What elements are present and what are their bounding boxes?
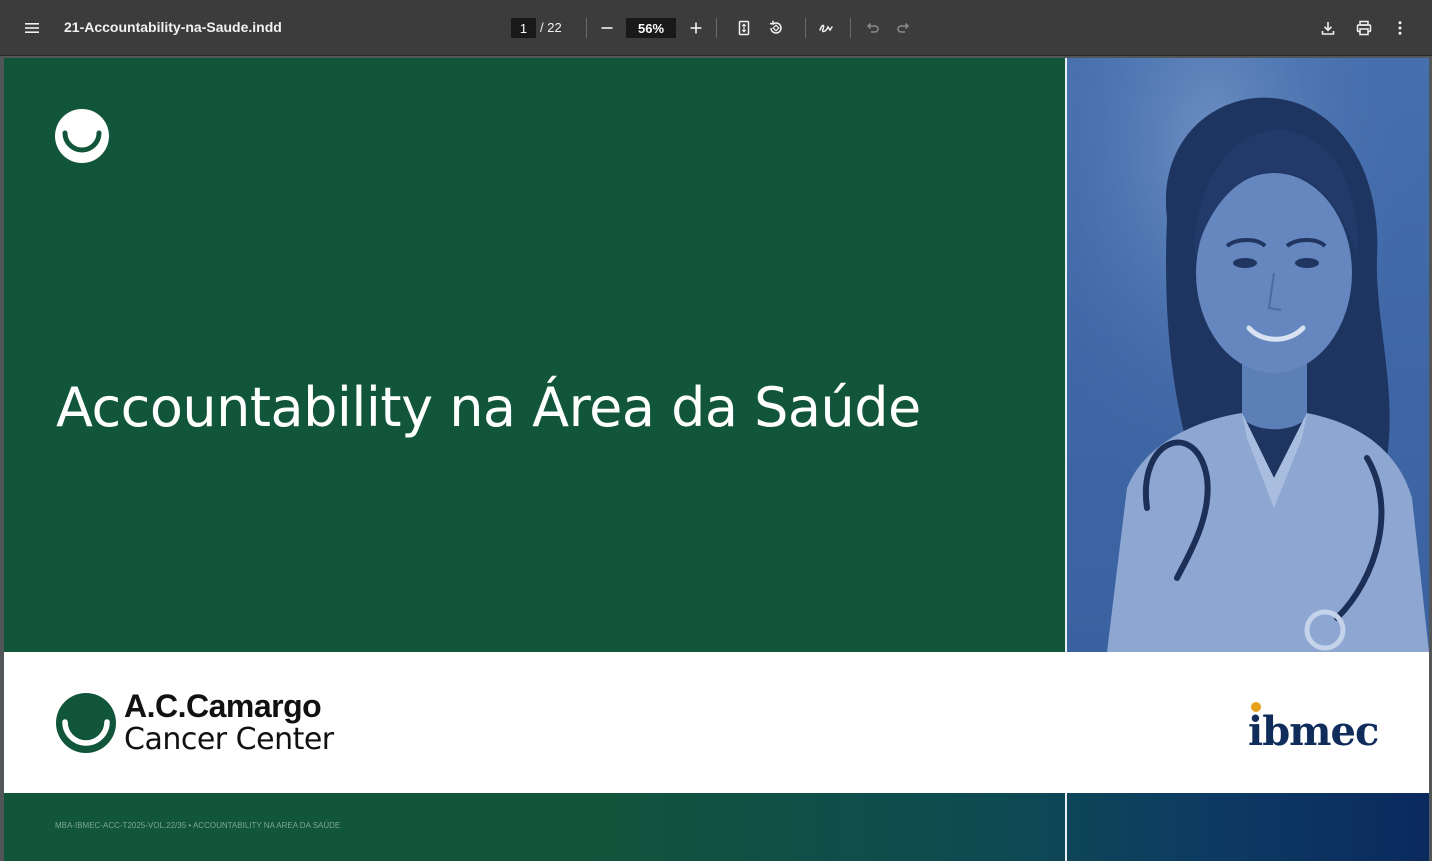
accamargo-smile-icon bbox=[56, 693, 116, 753]
download-icon bbox=[1321, 22, 1335, 35]
pdf-page: Accountability na Área da Saúde A.C.Cama… bbox=[4, 58, 1429, 861]
document-title: 21-Accountability-na-Saude.indd bbox=[64, 19, 282, 35]
zoom-in-button[interactable] bbox=[682, 14, 710, 42]
print-icon bbox=[1356, 20, 1372, 36]
cover-title: Accountability na Área da Saúde bbox=[56, 376, 921, 439]
footer-divider bbox=[1065, 793, 1067, 861]
print-button[interactable] bbox=[1350, 14, 1378, 42]
page-count: / 22 bbox=[540, 20, 562, 35]
toolbar-divider bbox=[586, 18, 587, 38]
undo-button[interactable] bbox=[858, 14, 886, 42]
brand-name: A.C.Camargo bbox=[124, 688, 322, 724]
menu-icon[interactable] bbox=[18, 14, 46, 42]
page-number-input[interactable] bbox=[511, 18, 536, 38]
redo-icon bbox=[897, 22, 910, 33]
zoom-input[interactable] bbox=[626, 18, 676, 38]
plus-icon bbox=[690, 22, 702, 34]
more-options-button[interactable] bbox=[1386, 14, 1414, 42]
toolbar-divider bbox=[716, 18, 717, 38]
draw-icon bbox=[819, 24, 833, 33]
download-button[interactable] bbox=[1314, 14, 1342, 42]
minus-icon bbox=[601, 27, 613, 29]
cover-green-panel bbox=[4, 58, 1065, 652]
doctor-illustration bbox=[1067, 58, 1429, 652]
undo-icon bbox=[866, 22, 879, 33]
toolbar-divider bbox=[850, 18, 851, 38]
footer-text: MBA-IBMEC-ACC-T2025-VOL.22/35 • ACCOUNTA… bbox=[55, 821, 341, 830]
ibmec-logo: ibmec bbox=[1248, 708, 1379, 755]
more-vert-icon bbox=[1398, 21, 1402, 35]
draw-button[interactable] bbox=[812, 14, 840, 42]
pdf-toolbar: 21-Accountability-na-Saude.indd / 22 bbox=[0, 0, 1432, 56]
smile-logo-icon bbox=[55, 109, 109, 163]
doctor-photo bbox=[1067, 58, 1429, 652]
brand-subtitle: Cancer Center bbox=[124, 722, 334, 757]
zoom-out-button[interactable] bbox=[593, 14, 621, 42]
fit-page-icon bbox=[738, 20, 750, 36]
rotate-icon bbox=[769, 20, 782, 34]
toolbar-divider bbox=[805, 18, 806, 38]
fit-page-button[interactable] bbox=[730, 14, 758, 42]
rotate-button[interactable] bbox=[762, 14, 790, 42]
redo-button[interactable] bbox=[890, 14, 918, 42]
